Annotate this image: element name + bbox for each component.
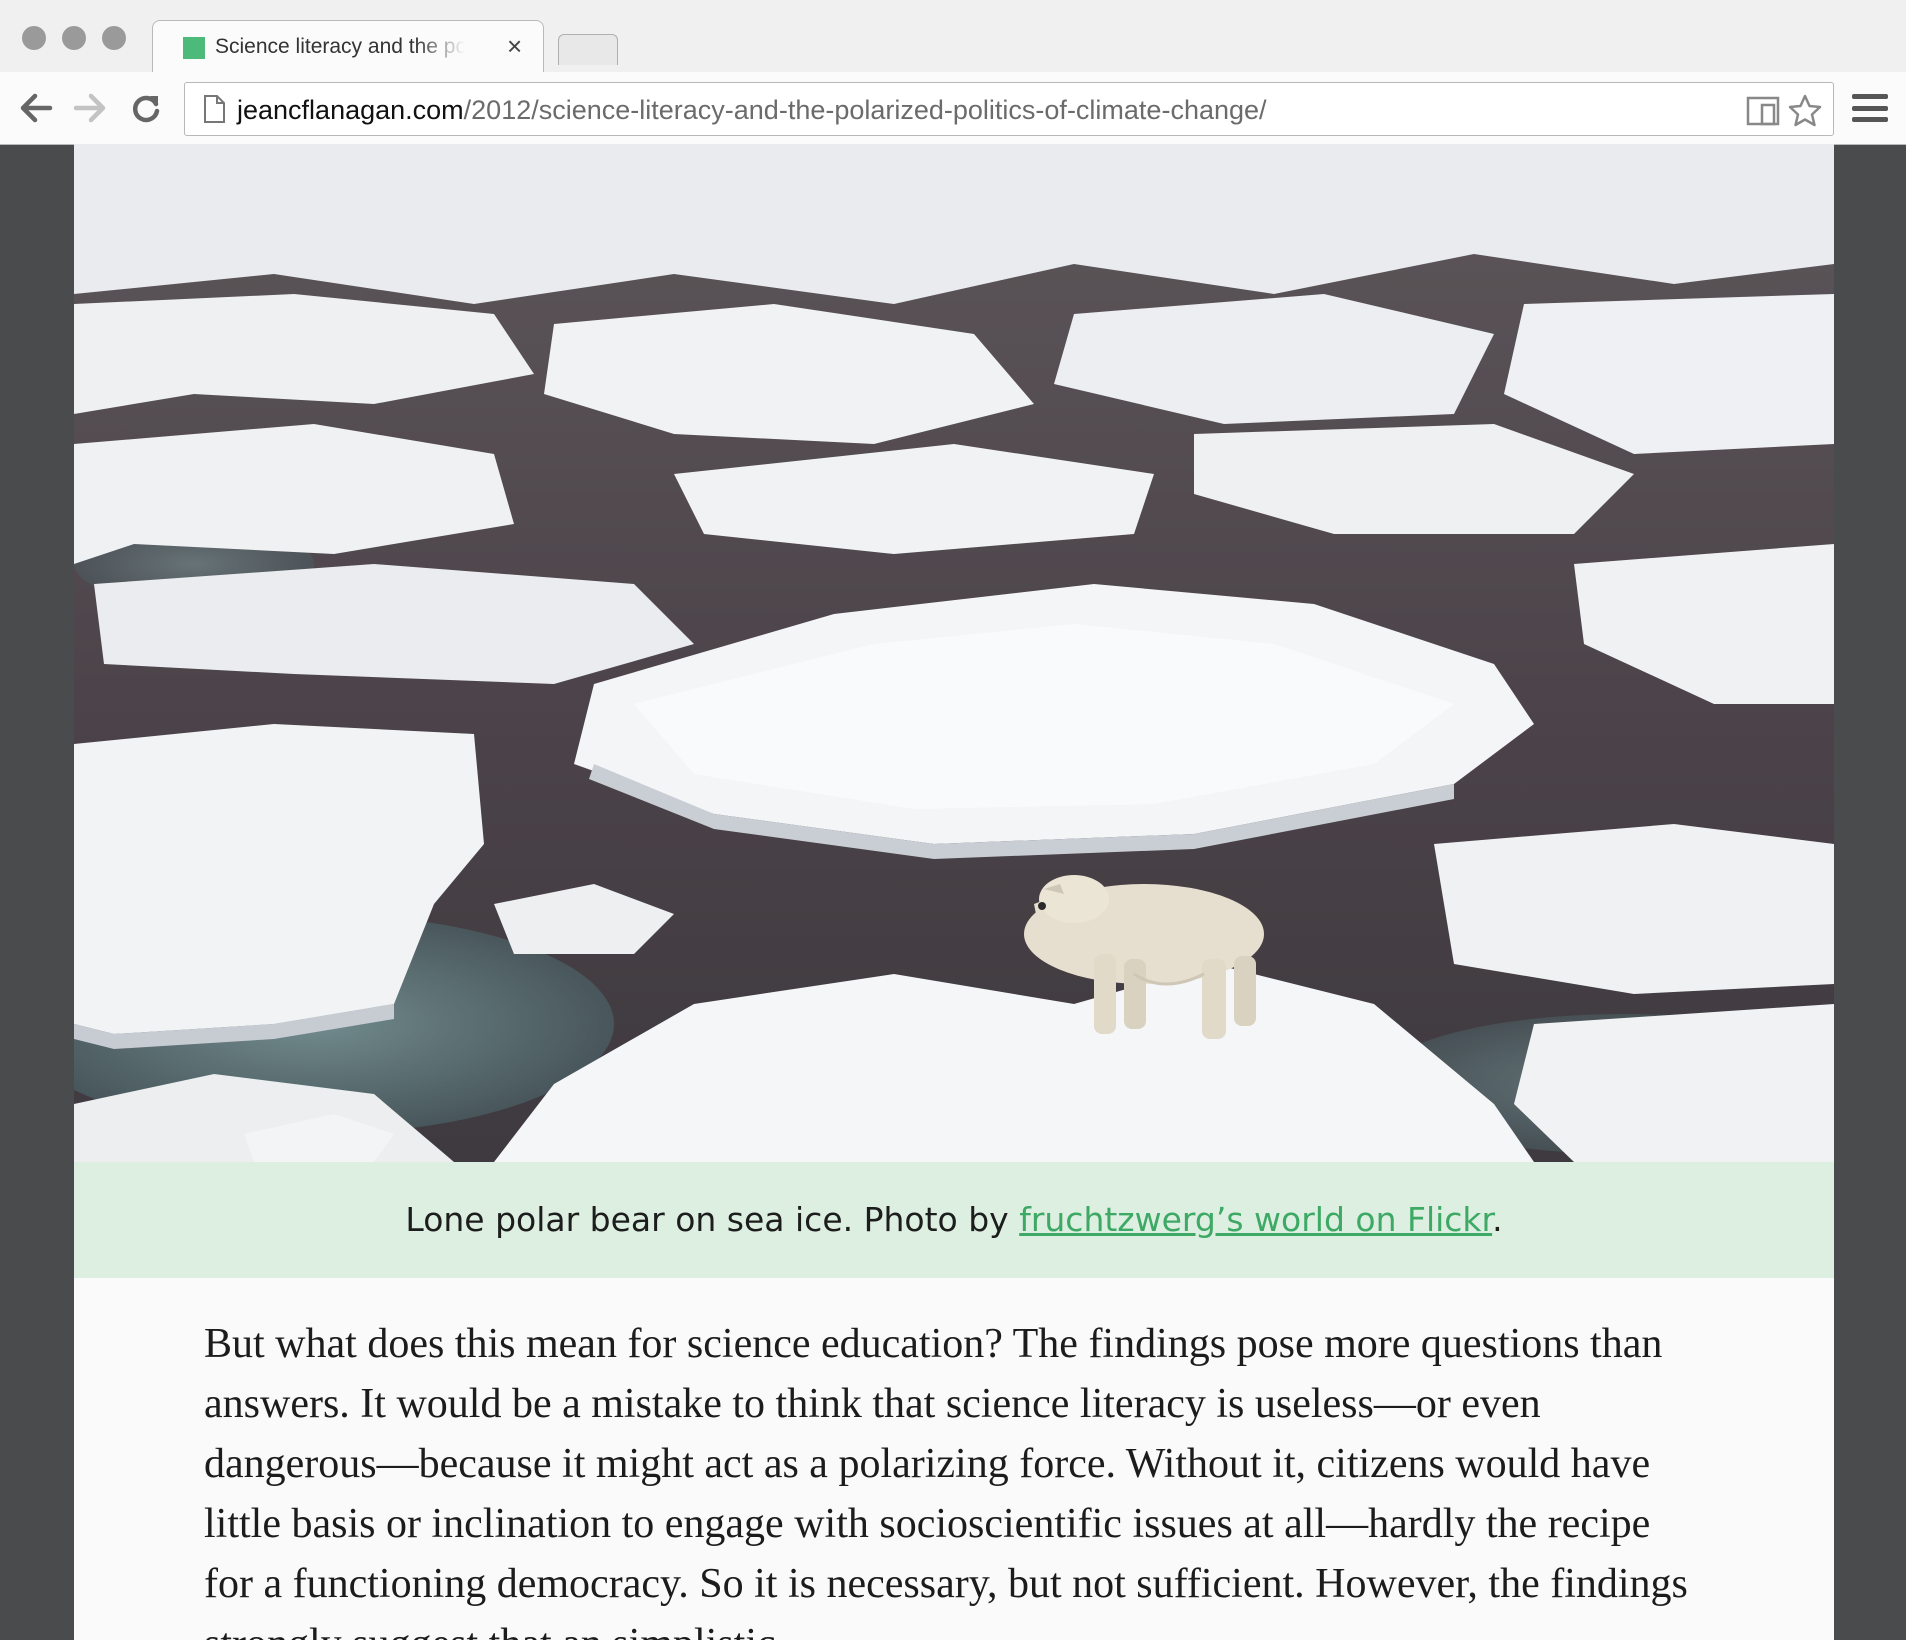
- favicon-icon: [183, 37, 205, 59]
- forward-button[interactable]: [68, 86, 112, 130]
- menu-bar: [1852, 105, 1888, 111]
- zoom-window-button[interactable]: [102, 26, 126, 50]
- caption-link[interactable]: fruchtzwerg’s world on Flickr: [1019, 1200, 1492, 1239]
- reader-mode-icon: [1746, 96, 1780, 126]
- menu-bar: [1852, 117, 1888, 122]
- caption-end: .: [1492, 1200, 1503, 1239]
- star-icon: [1788, 94, 1822, 127]
- url-text[interactable]: jeancflanagan.com/2012/science-literacy-…: [237, 95, 1267, 126]
- browser-chrome: Science literacy and the polarized polit…: [0, 0, 1906, 145]
- new-tab-button[interactable]: [558, 34, 618, 65]
- reader-mode-button[interactable]: [1745, 93, 1781, 129]
- caption-text: Lone polar bear on sea ice. Photo by: [405, 1200, 1020, 1239]
- article-paragraph: But what does this mean for science educ…: [204, 1321, 1688, 1640]
- tab-active[interactable]: Science literacy and the polarized polit…: [152, 20, 544, 73]
- address-bar[interactable]: jeancflanagan.com/2012/science-literacy-…: [184, 82, 1834, 136]
- tab-close-icon[interactable]: ×: [507, 31, 522, 61]
- minimize-window-button[interactable]: [62, 26, 86, 50]
- bookmark-button[interactable]: [1787, 93, 1823, 129]
- tab-strip: Science literacy and the polarized polit…: [0, 0, 1906, 73]
- forward-arrow-icon: [73, 93, 106, 123]
- url-path: /2012/science-literacy-and-the-polarized…: [463, 95, 1267, 125]
- menu-bar: [1852, 94, 1888, 99]
- page-content: Lone polar bear on sea ice. Photo by fru…: [74, 144, 1834, 1640]
- menu-button[interactable]: [1852, 90, 1888, 126]
- toolbar: jeancflanagan.com/2012/science-literacy-…: [0, 72, 1906, 144]
- back-button[interactable]: [14, 86, 58, 130]
- reload-button[interactable]: [124, 86, 168, 130]
- polar-bear-photo: [74, 144, 1834, 1162]
- reload-icon: [132, 95, 160, 123]
- photo-caption: Lone polar bear on sea ice. Photo by fru…: [74, 1162, 1834, 1278]
- article-body: But what does this mean for science educ…: [204, 1314, 1704, 1640]
- page-icon: [204, 95, 225, 123]
- close-window-button[interactable]: [22, 26, 46, 50]
- tab-title: Science literacy and the polarized polit…: [215, 35, 465, 58]
- url-host: jeancflanagan.com: [237, 95, 464, 125]
- back-arrow-icon: [20, 93, 53, 123]
